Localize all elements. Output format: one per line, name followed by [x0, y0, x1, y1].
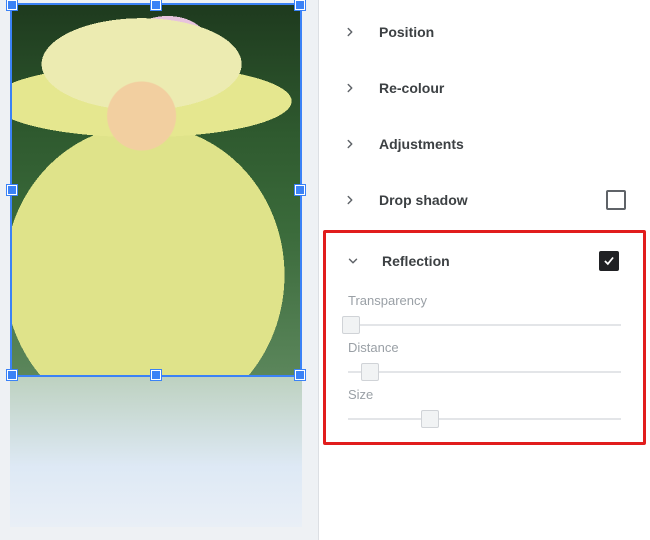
reflection-size-slider[interactable] — [348, 408, 621, 430]
reflection-distance-label: Distance — [348, 340, 621, 355]
slider-thumb[interactable] — [361, 363, 379, 381]
resize-handle-s[interactable] — [151, 370, 161, 380]
selected-image[interactable] — [10, 3, 302, 377]
resize-handle-w[interactable] — [7, 185, 17, 195]
section-position[interactable]: Position — [319, 4, 650, 60]
section-recolour[interactable]: Re-colour — [319, 60, 650, 116]
reflection-transparency-slider[interactable] — [348, 314, 621, 336]
chevron-down-icon — [342, 250, 364, 272]
resize-handle-n[interactable] — [151, 0, 161, 10]
resize-handle-se[interactable] — [295, 370, 305, 380]
chevron-right-icon — [339, 133, 361, 155]
image-content — [12, 5, 300, 375]
resize-handle-e[interactable] — [295, 185, 305, 195]
reflection-transparency-row: Transparency — [326, 293, 643, 336]
reflection-transparency-label: Transparency — [348, 293, 621, 308]
chevron-right-icon — [339, 21, 361, 43]
section-reflection-group: Reflection Transparency Distance — [323, 230, 646, 445]
slider-thumb[interactable] — [342, 316, 360, 334]
canvas-pane[interactable] — [0, 0, 318, 540]
section-reflection[interactable]: Reflection — [326, 233, 643, 289]
resize-handle-sw[interactable] — [7, 370, 17, 380]
section-drop-shadow[interactable]: Drop shadow — [319, 172, 650, 228]
reflection-size-row: Size — [326, 387, 643, 430]
section-reflection-label: Reflection — [382, 253, 450, 269]
section-recolour-label: Re-colour — [379, 80, 444, 96]
resize-handle-ne[interactable] — [295, 0, 305, 10]
reflection-size-label: Size — [348, 387, 621, 402]
format-options-panel: Position Re-colour Adjustments Drop shad… — [318, 0, 650, 540]
section-adjustments[interactable]: Adjustments — [319, 116, 650, 172]
section-drop-shadow-label: Drop shadow — [379, 192, 468, 208]
slider-thumb[interactable] — [421, 410, 439, 428]
reflection-checkbox[interactable] — [599, 251, 619, 271]
image-reflection-preview — [10, 377, 302, 527]
reflection-distance-slider[interactable] — [348, 361, 621, 383]
chevron-right-icon — [339, 77, 361, 99]
reflection-distance-row: Distance — [326, 340, 643, 383]
app-root: Position Re-colour Adjustments Drop shad… — [0, 0, 650, 540]
chevron-right-icon — [339, 189, 361, 211]
drop-shadow-checkbox[interactable] — [606, 190, 626, 210]
section-position-label: Position — [379, 24, 434, 40]
resize-handle-nw[interactable] — [7, 0, 17, 10]
section-adjustments-label: Adjustments — [379, 136, 464, 152]
